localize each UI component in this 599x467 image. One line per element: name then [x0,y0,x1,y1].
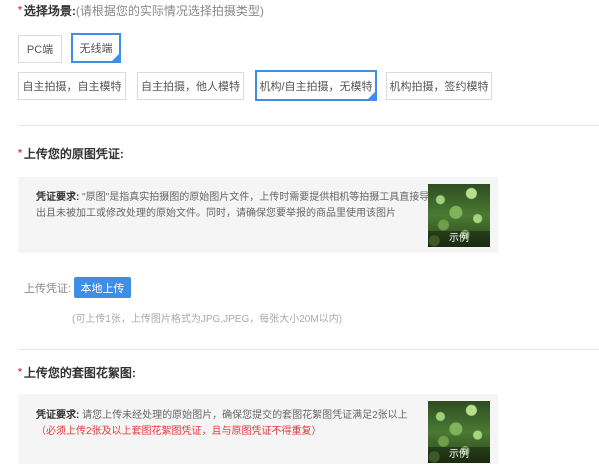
theft-warning: （必须上传2张及以上套图花絮图凭证，且与原图凭证不得重复） [36,426,322,437]
theft-requirement-text: 凭证要求: 请您上传未经处理的原始图片，确保您提交的套图花絮图凭证满足2张以上 … [36,410,408,437]
type-chip-self-other[interactable]: 自主拍摄，他人模特 [137,72,244,100]
section-divider [18,125,599,126]
section-divider [18,349,599,350]
upload-note: (可上传1张，上传图片格式为JPG,JPEG，每张大小20M以内) [72,314,343,325]
type-chip-agency-signed[interactable]: 机构拍摄，签约模特 [386,72,492,100]
required-marker: * [18,148,22,159]
theft-example-image[interactable]: 示例 [428,401,490,463]
original-requirement-text: 凭证要求: "原图"是指真实拍摄图的原始图片文件，上传时需要提供相机等拍摄工具直… [36,192,430,219]
scene-title: * 选择场景:(请根据您的实际情况选择拍摄类型) [18,4,264,18]
upload-label: 上传凭证: [24,283,72,295]
local-upload-button[interactable]: 本地上传 [74,277,131,298]
required-marker: * [18,367,22,378]
platform-chip-pc[interactable]: PC端 [18,35,62,63]
theft-title: * 上传您的套图花絮图: [18,366,136,380]
type-chip-self-self[interactable]: 自主拍摄，自主模特 [18,72,126,100]
type-chip-agency-none[interactable]: 机构/自主拍摄，无模特 [255,70,377,101]
platform-chip-wireless[interactable]: 无线端 [71,33,121,63]
original-example-image[interactable]: 示例 [428,184,490,247]
example-caption: 示例 [428,231,490,247]
required-marker: * [18,5,22,16]
example-caption: 示例 [428,447,490,463]
original-title: * 上传您的原图凭证: [18,147,124,161]
scene-hint: (请根据您的实际情况选择拍摄类型) [75,4,264,18]
